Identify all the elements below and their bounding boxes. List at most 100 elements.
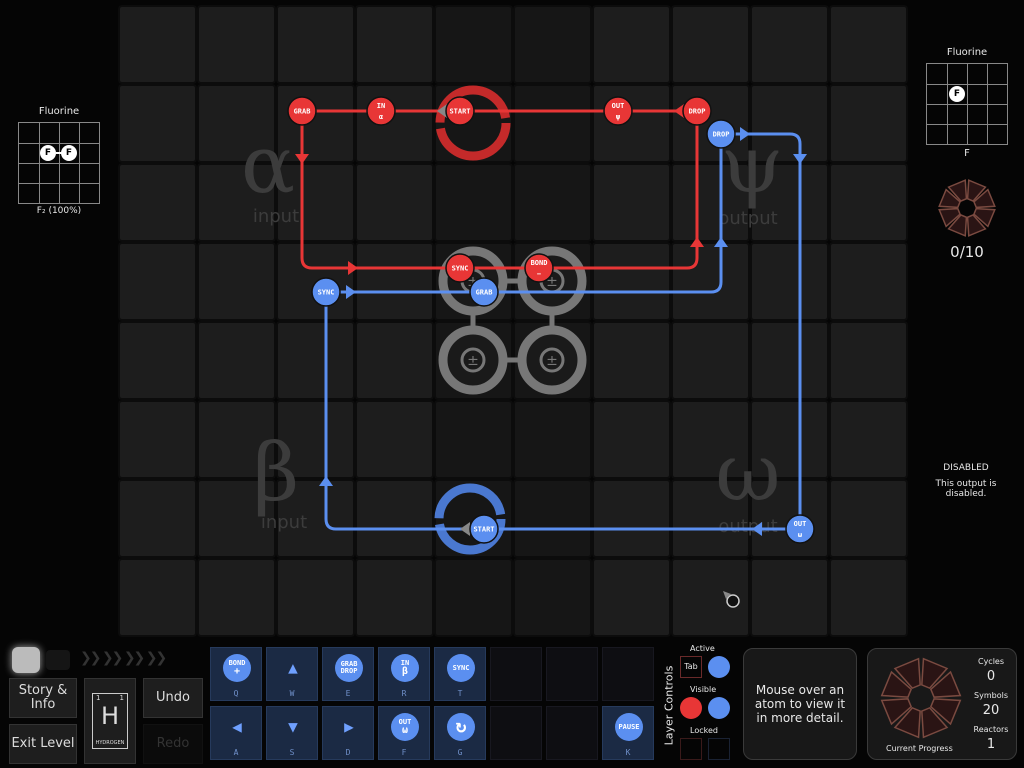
- grid-cell[interactable]: [750, 558, 829, 637]
- tool-in-r[interactable]: IN β R: [378, 647, 430, 701]
- blue-grab-instruction[interactable]: GRAB: [469, 277, 499, 307]
- layer-visible-red-toggle[interactable]: [680, 697, 702, 719]
- layer-active-red-tab[interactable]: Tab: [680, 656, 702, 678]
- grid-cell[interactable]: [592, 242, 671, 321]
- grid-cell[interactable]: [513, 163, 592, 242]
- tool--g[interactable]: ↻ G: [434, 706, 486, 760]
- grid-cell[interactable]: [513, 479, 592, 558]
- grid-cell[interactable]: [276, 321, 355, 400]
- grid-cell[interactable]: [355, 558, 434, 637]
- grid-cell[interactable]: [829, 84, 908, 163]
- grid-cell[interactable]: [355, 163, 434, 242]
- tool-sync-t[interactable]: SYNC T: [434, 647, 486, 701]
- grid-cell[interactable]: [118, 84, 197, 163]
- grid-cell[interactable]: [355, 84, 434, 163]
- grid-cell[interactable]: [355, 242, 434, 321]
- bonder[interactable]: ±: [438, 325, 508, 395]
- grid-cell[interactable]: [355, 5, 434, 84]
- blue-start-instruction[interactable]: START: [469, 514, 499, 544]
- grid-cell[interactable]: [434, 163, 513, 242]
- tool-arrow-w[interactable]: ▲ W: [266, 647, 318, 701]
- grid-cell[interactable]: [592, 558, 671, 637]
- grid-cell[interactable]: [829, 479, 908, 558]
- grid-cell[interactable]: [592, 321, 671, 400]
- tool-grab-e[interactable]: GRAB DROP E: [322, 647, 374, 701]
- grid-cell[interactable]: [513, 5, 592, 84]
- grid-cell[interactable]: [829, 163, 908, 242]
- grid-cell[interactable]: [197, 242, 276, 321]
- grid-cell[interactable]: [829, 400, 908, 479]
- grid-cell[interactable]: [671, 242, 750, 321]
- grid-cell[interactable]: [276, 242, 355, 321]
- tool-arrow-a[interactable]: ◀ A: [210, 706, 262, 760]
- grid-cell[interactable]: [118, 242, 197, 321]
- red-bond-instruction[interactable]: BOND −: [524, 253, 554, 283]
- grid-cell[interactable]: [434, 400, 513, 479]
- layer-active-blue-toggle[interactable]: [708, 656, 730, 678]
- grid-cell[interactable]: [513, 84, 592, 163]
- layer-locked-blue-toggle[interactable]: [708, 738, 730, 760]
- blue-out-instruction[interactable]: OUT ω: [785, 514, 815, 544]
- grid-cell[interactable]: [829, 5, 908, 84]
- grid-cell[interactable]: [671, 5, 750, 84]
- red-grab-instruction[interactable]: GRAB: [287, 96, 317, 126]
- step-button[interactable]: [46, 650, 70, 670]
- grid-cell[interactable]: [750, 321, 829, 400]
- grid-cell[interactable]: [750, 242, 829, 321]
- stop-button[interactable]: [12, 647, 40, 673]
- grid-cell[interactable]: [197, 558, 276, 637]
- grid-cell[interactable]: [829, 242, 908, 321]
- red-sync-instruction[interactable]: SYNC: [445, 253, 475, 283]
- grid-cell[interactable]: [671, 321, 750, 400]
- grid-cell[interactable]: [118, 558, 197, 637]
- tool-pause-k[interactable]: PAUSE K: [602, 706, 654, 760]
- grid-cell[interactable]: [592, 84, 671, 163]
- grid-cell[interactable]: [592, 163, 671, 242]
- bonder[interactable]: ±: [517, 325, 587, 395]
- red-start-instruction[interactable]: START: [445, 96, 475, 126]
- tool-out-f[interactable]: OUT ω F: [378, 706, 430, 760]
- redo-button[interactable]: Redo: [143, 724, 203, 764]
- red-drop-instruction[interactable]: DROP: [682, 96, 712, 126]
- grid-cell[interactable]: [118, 321, 197, 400]
- tool-arrow-d[interactable]: ▶ D: [322, 706, 374, 760]
- grid-cell[interactable]: [355, 400, 434, 479]
- grid-cell[interactable]: [434, 5, 513, 84]
- grid-cell[interactable]: [592, 400, 671, 479]
- reactor-board[interactable]: αinput ψoutput βinput ωoutput ± ±± ± GRABI…: [0, 0, 1024, 640]
- atom-fluorine[interactable]: F: [949, 86, 965, 102]
- tool-bond-q[interactable]: BOND + Q: [210, 647, 262, 701]
- grid-cell[interactable]: [118, 5, 197, 84]
- grid-cell[interactable]: [513, 400, 592, 479]
- grid-cell[interactable]: [355, 321, 434, 400]
- undo-button[interactable]: Undo: [143, 678, 203, 718]
- grid-cell[interactable]: [513, 558, 592, 637]
- red-out-instruction[interactable]: OUT ψ: [603, 96, 633, 126]
- grid-cell[interactable]: [118, 400, 197, 479]
- grid-cell[interactable]: [276, 5, 355, 84]
- exit-level-button[interactable]: Exit Level: [9, 724, 77, 764]
- red-in-instruction[interactable]: IN α: [366, 96, 396, 126]
- grid-cell[interactable]: [592, 5, 671, 84]
- tool-arrow-s[interactable]: ▼ S: [266, 706, 318, 760]
- grid-cell[interactable]: [197, 321, 276, 400]
- atom-fluorine[interactable]: F: [40, 145, 56, 161]
- grid-cell[interactable]: [434, 558, 513, 637]
- speed-chevrons[interactable]: ❯❯ ❯❯ ❯❯ ❯❯: [80, 650, 200, 670]
- grid-cell[interactable]: [592, 479, 671, 558]
- grid-cell[interactable]: [829, 321, 908, 400]
- grid-cell[interactable]: [750, 5, 829, 84]
- story-info-button[interactable]: Story & Info: [9, 678, 77, 718]
- grid-cell[interactable]: [355, 479, 434, 558]
- grid-cell[interactable]: [118, 479, 197, 558]
- layer-visible-blue-toggle[interactable]: [708, 697, 730, 719]
- grid-cell[interactable]: [829, 558, 908, 637]
- blue-sync-instruction[interactable]: SYNC: [311, 277, 341, 307]
- layer-locked-red-toggle[interactable]: [680, 738, 702, 760]
- grid-cell[interactable]: [118, 163, 197, 242]
- grid-cell[interactable]: [276, 558, 355, 637]
- element-button[interactable]: 1 1 H HYDROGEN: [84, 678, 136, 764]
- grid-cell[interactable]: [197, 5, 276, 84]
- blue-drop-instruction[interactable]: DROP: [706, 119, 736, 149]
- atom-fluorine[interactable]: F: [61, 145, 77, 161]
